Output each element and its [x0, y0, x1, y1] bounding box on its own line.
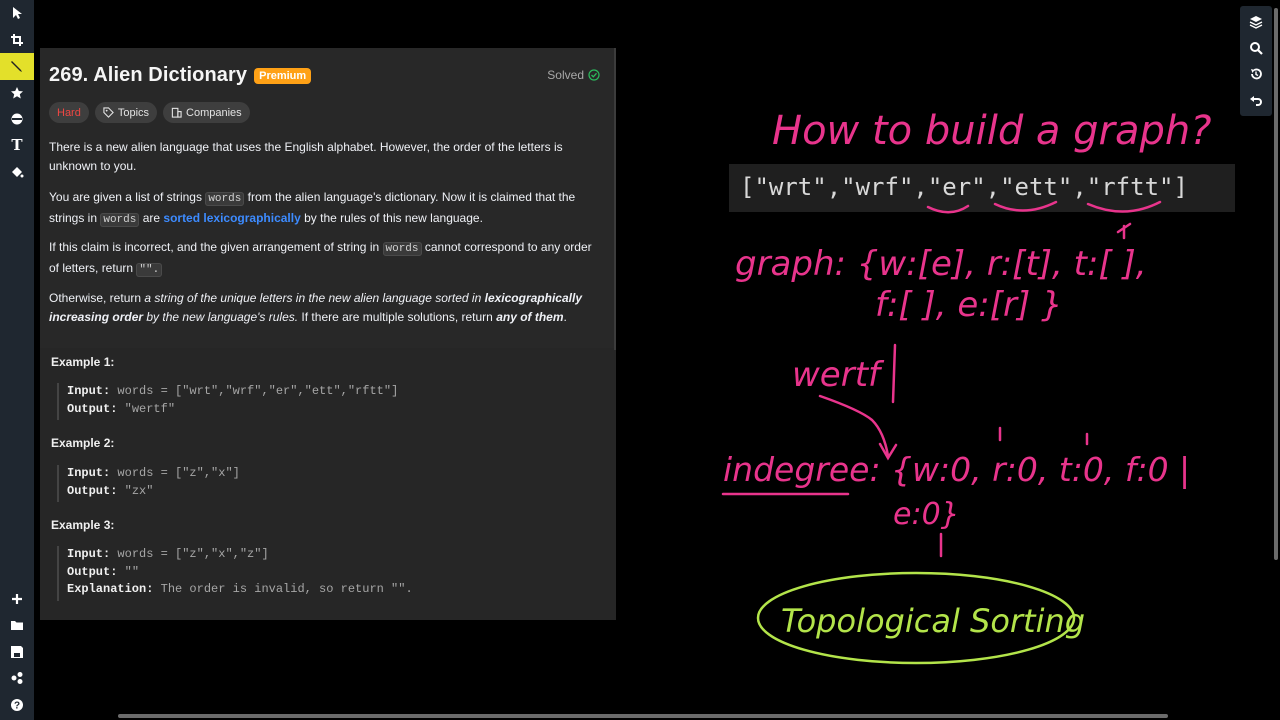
- topological-result: wertf: [792, 355, 885, 395]
- graph-line-1: graph: {w:[e], r:[t], t:[ ],: [735, 244, 1147, 284]
- description-paragraph-4: Otherwise, return a string of the unique…: [49, 289, 604, 327]
- description-paragraph-1: There is a new alien language that uses …: [49, 140, 563, 173]
- text-span: If this claim is incorrect, and the give…: [49, 240, 383, 254]
- example-1-block: Input: words = ["wrt","wrf","er","ett","…: [57, 383, 398, 420]
- topics-tag[interactable]: Topics: [94, 102, 158, 123]
- topological-ellipse: [756, 571, 1076, 665]
- zoom-icon[interactable]: [1240, 35, 1272, 61]
- example-2-title: Example 2:: [51, 436, 115, 450]
- pink-annotations: [721, 200, 1162, 558]
- description-paragraph-2: You are given a list of strings words fr…: [49, 188, 604, 230]
- example-1-title: Example 1:: [51, 355, 115, 369]
- topics-label: Topics: [117, 106, 150, 119]
- text-span: are: [139, 210, 164, 225]
- indegree-line-2: e:0}: [893, 497, 960, 532]
- right-toolbar: [1240, 6, 1272, 116]
- panel-divider: [614, 48, 616, 350]
- premium-badge[interactable]: Premium: [254, 67, 312, 84]
- tick-marks: [939, 426, 1089, 558]
- text-span: If there are multiple solutions, return: [298, 309, 497, 324]
- input-value: words = ["z","x","z"]: [110, 547, 269, 561]
- layers-icon[interactable]: [1240, 9, 1272, 35]
- tags-row: Hard Topics Companies: [49, 102, 250, 123]
- star-icon[interactable]: [0, 80, 34, 107]
- output-label: Output:: [67, 564, 118, 579]
- input-label: Input:: [67, 384, 111, 398]
- graph-question: How to build a graph?: [772, 108, 1211, 154]
- text-span: .: [563, 309, 567, 324]
- building-icon: [171, 107, 182, 118]
- history-icon[interactable]: [1240, 61, 1272, 87]
- plus-icon[interactable]: [0, 586, 34, 613]
- output-label: Output:: [67, 401, 118, 416]
- eraser-icon[interactable]: [0, 106, 34, 133]
- description-paragraph-3: If this claim is incorrect, and the give…: [49, 238, 604, 280]
- explanation-label: Explanation:: [67, 582, 154, 596]
- example-3-block: Input: words = ["z","x","z"] Output: "" …: [57, 546, 413, 601]
- title-row: 269. Alien Dictionary Premium: [49, 64, 312, 87]
- output-label: Output:: [67, 483, 118, 498]
- save-icon[interactable]: [0, 639, 34, 666]
- horizontal-scrollbar[interactable]: [118, 714, 1168, 718]
- solved-label: Solved: [547, 68, 584, 82]
- graph-line-2: f:[ ], e:[r] }: [875, 285, 1063, 325]
- help-icon[interactable]: ?: [0, 692, 34, 719]
- arrow-head: [878, 442, 898, 461]
- settings-icon[interactable]: [0, 665, 34, 692]
- inline-code: words: [205, 192, 245, 206]
- input-label: Input:: [67, 466, 111, 480]
- explanation-value: The order is invalid, so return "".: [153, 582, 413, 596]
- cursor-icon[interactable]: [0, 0, 34, 27]
- folder-icon[interactable]: [0, 612, 34, 639]
- examples-section: Example 1: Input: words = ["wrt","wrf","…: [40, 348, 616, 620]
- arrow-curve: [818, 394, 890, 458]
- italic-span: by the new language's rules.: [143, 309, 299, 324]
- indegree-line-1: indegree: {w:0, r:0, t:0, f:0 |: [723, 450, 1190, 489]
- undo-icon[interactable]: [1240, 87, 1272, 113]
- result-tail: [891, 343, 897, 404]
- crop-icon[interactable]: [0, 27, 34, 54]
- text-span: by the rules of this new language.: [300, 210, 483, 225]
- inline-code: words: [382, 242, 422, 256]
- text-span: You are given a list of strings: [49, 190, 206, 204]
- difficulty-tag[interactable]: Hard: [49, 102, 89, 123]
- text-icon[interactable]: T: [0, 133, 34, 160]
- svg-text:?: ?: [14, 700, 20, 711]
- left-toolbar: T ?: [0, 0, 34, 720]
- topological-sorting-label: Topological Sorting: [781, 602, 1085, 640]
- fill-icon[interactable]: [0, 159, 34, 186]
- pen-icon[interactable]: [0, 53, 34, 80]
- output-value: "zx": [117, 483, 154, 498]
- problem-panel: 269. Alien Dictionary Premium Solved Har…: [40, 48, 616, 620]
- lexicographic-link[interactable]: sorted lexicographically: [163, 211, 300, 225]
- output-value: "wertf": [117, 401, 176, 416]
- input-value: words = ["wrt","wrf","er","ett","rftt"]: [110, 384, 399, 398]
- output-value: "": [117, 564, 140, 579]
- problem-title[interactable]: 269. Alien Dictionary: [49, 64, 247, 87]
- screen: T ? 269. Alien Dictionary Premium Solved…: [0, 0, 1280, 720]
- solved-status: Solved: [547, 68, 600, 82]
- companies-tag[interactable]: Companies: [163, 102, 250, 123]
- f-mark: [1116, 222, 1132, 240]
- input-value: words = ["z","x"]: [110, 466, 240, 480]
- input-label: Input:: [67, 547, 111, 561]
- bold-italic-span: any of them: [496, 309, 564, 324]
- example-2-block: Input: words = ["z","x"] Output: "zx": [57, 465, 240, 502]
- array-snippet-text: ["wrt","wrf","er","ett","rftt"]: [740, 173, 1188, 201]
- companies-label: Companies: [186, 106, 242, 119]
- vertical-scrollbar[interactable]: [1274, 8, 1278, 560]
- example-3-title: Example 3:: [51, 518, 115, 532]
- inline-code: "".: [136, 262, 163, 277]
- check-circle-icon: [588, 69, 600, 81]
- text-span: Otherwise, return: [49, 291, 145, 305]
- inline-code: words: [100, 212, 140, 227]
- tag-icon: [103, 107, 114, 118]
- italic-span: a string of the unique letters in the ne…: [144, 291, 485, 305]
